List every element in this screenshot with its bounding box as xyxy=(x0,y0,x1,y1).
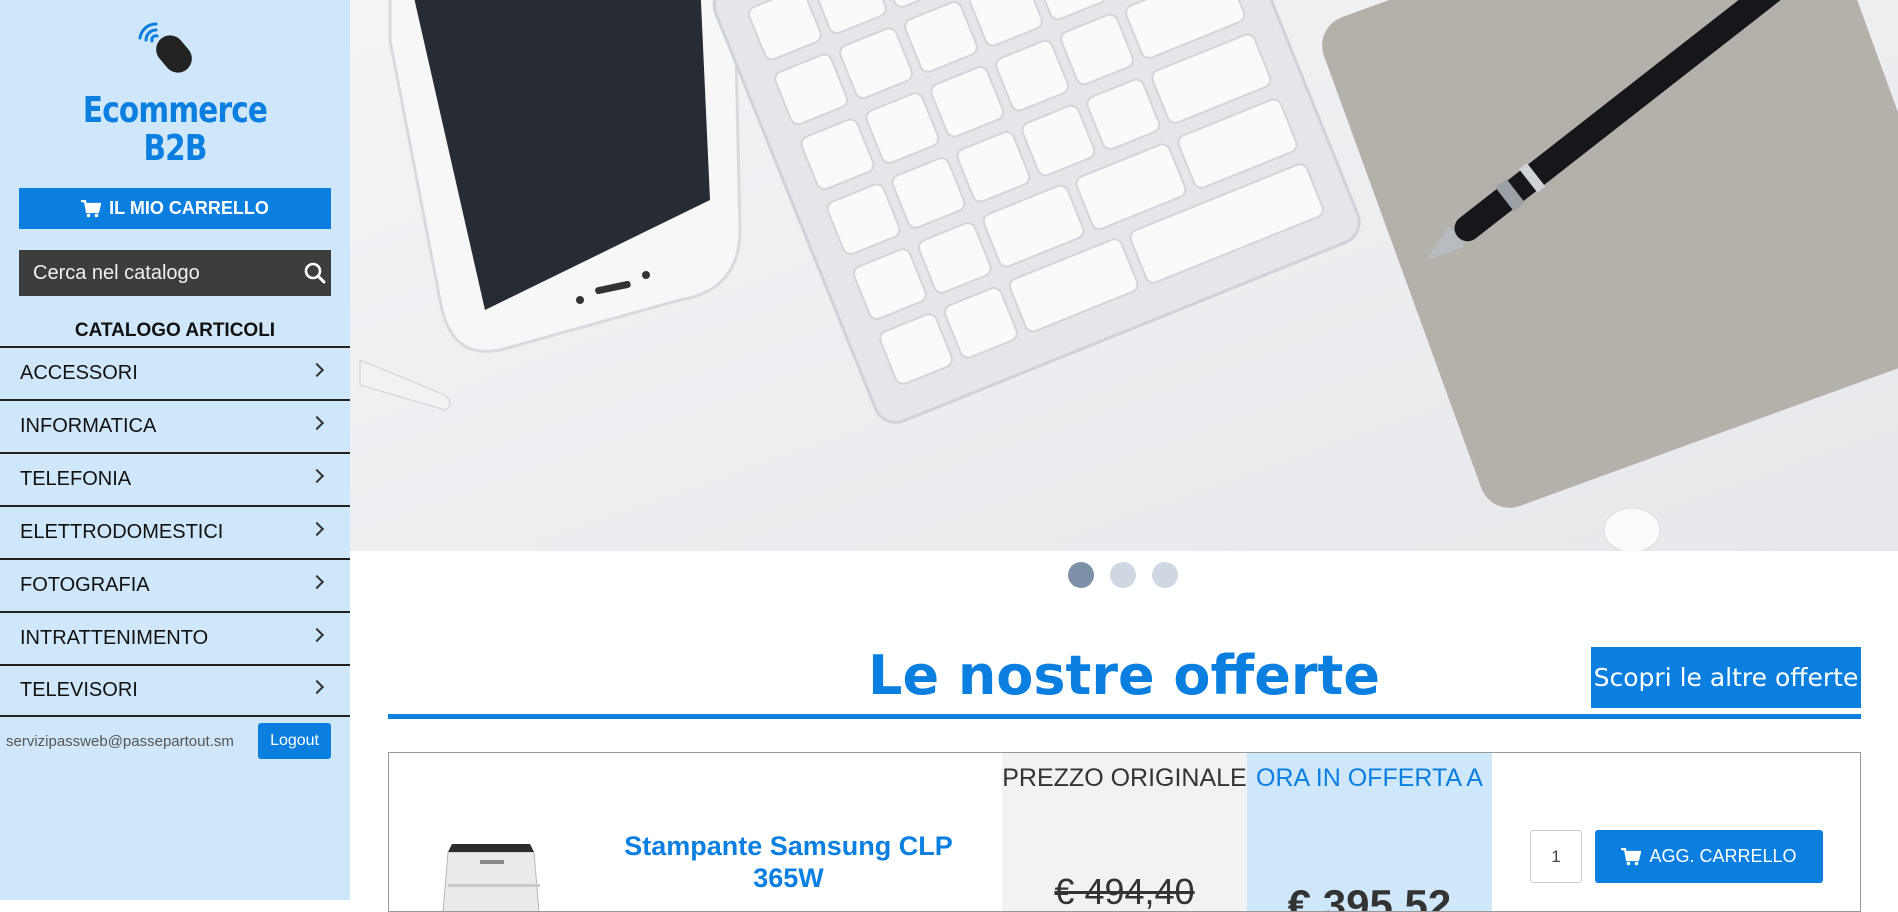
chevron-right-icon xyxy=(309,627,325,642)
chevron-right-icon xyxy=(309,521,325,536)
category-label: ELETTRODOMESTICI xyxy=(20,521,224,543)
sidebar: Ecommerce B2B IL MIO CARRELLO CATALOGO A… xyxy=(0,0,350,900)
my-cart-label: IL MIO CARRELLO xyxy=(109,198,269,218)
logo-line-1: Ecommerce xyxy=(82,90,268,131)
logout-button[interactable]: Logout xyxy=(258,723,331,759)
add-to-cart-button[interactable]: AGG. CARRELLO xyxy=(1595,830,1823,883)
offer-price-label: ORA IN OFFERTA A xyxy=(1256,764,1483,792)
catalog-title: CATALOGO ARTICOLI xyxy=(74,320,276,341)
chevron-right-icon xyxy=(309,468,325,483)
category-label: TELEVISORI xyxy=(20,679,138,701)
category-label: INFORMATICA xyxy=(20,415,157,437)
more-offers-button[interactable]: Scopri le altre offerte xyxy=(1591,647,1861,708)
category-label: ACCESSORI xyxy=(20,362,138,384)
search-input[interactable] xyxy=(19,250,298,296)
category-label: TELEFONIA xyxy=(20,468,132,490)
shopping-cart-icon xyxy=(1621,847,1642,865)
carousel-indicators xyxy=(1068,562,1178,588)
offer-price: € 395,52 xyxy=(1287,881,1452,912)
category-item-intrattenimento[interactable]: INTRATTENIMENTO xyxy=(0,611,350,664)
printer-product-image[interactable] xyxy=(436,834,546,912)
my-cart-button[interactable]: IL MIO CARRELLO xyxy=(19,188,331,229)
original-price: € 494,40 xyxy=(1054,871,1195,912)
offer-price-column: ORA IN OFFERTA A € 395,52 xyxy=(1247,753,1492,912)
search-icon[interactable] xyxy=(298,262,331,284)
category-label: FOTOGRAFIA xyxy=(20,574,150,596)
original-price-column: PREZZO ORIGINALE € 494,40 xyxy=(1002,753,1247,912)
carousel-dot-2[interactable] xyxy=(1110,562,1136,588)
chevron-right-icon xyxy=(309,362,325,377)
category-item-elettrodomestici[interactable]: ELETTRODOMESTICI xyxy=(0,505,350,558)
category-list: ACCESSORI INFORMATICA TELEFONIA ELETTROD… xyxy=(0,346,350,717)
category-item-fotografia[interactable]: FOTOGRAFIA xyxy=(0,558,350,611)
category-label: INTRATTENIMENTO xyxy=(20,627,209,649)
chevron-right-icon xyxy=(309,415,325,430)
add-to-cart-label: AGG. CARRELLO xyxy=(1649,846,1797,866)
logo-text: Ecommerce B2B xyxy=(32,92,319,168)
chevron-right-icon xyxy=(309,679,325,694)
chevron-right-icon xyxy=(309,574,325,589)
product-name[interactable]: Stampante Samsung CLP 365W xyxy=(611,830,966,894)
catalog-search xyxy=(19,250,331,296)
carousel-dot-3[interactable] xyxy=(1152,562,1178,588)
offer-card: Stampante Samsung CLP 365W PREZZO ORIGIN… xyxy=(388,752,1861,912)
category-item-accessori[interactable]: ACCESSORI xyxy=(0,346,350,399)
carousel-dot-1[interactable] xyxy=(1068,562,1094,588)
category-item-telefonia[interactable]: TELEFONIA xyxy=(0,452,350,505)
user-row: servizipassweb@passepartout.sm Logout xyxy=(0,722,350,760)
user-email: servizipassweb@passepartout.sm xyxy=(6,732,234,750)
category-item-informatica[interactable]: INFORMATICA xyxy=(0,399,350,452)
quantity-input[interactable] xyxy=(1530,830,1582,883)
shopping-cart-icon xyxy=(81,199,102,217)
logo-mouse-icon xyxy=(138,22,192,73)
hero-carousel-image xyxy=(350,0,1898,551)
hero-desk-illustration xyxy=(350,0,1898,551)
original-price-label: PREZZO ORIGINALE xyxy=(1002,764,1247,792)
logo-line-2: B2B xyxy=(143,128,207,169)
offers-divider xyxy=(388,714,1861,719)
category-item-televisori[interactable]: TELEVISORI xyxy=(0,664,350,717)
